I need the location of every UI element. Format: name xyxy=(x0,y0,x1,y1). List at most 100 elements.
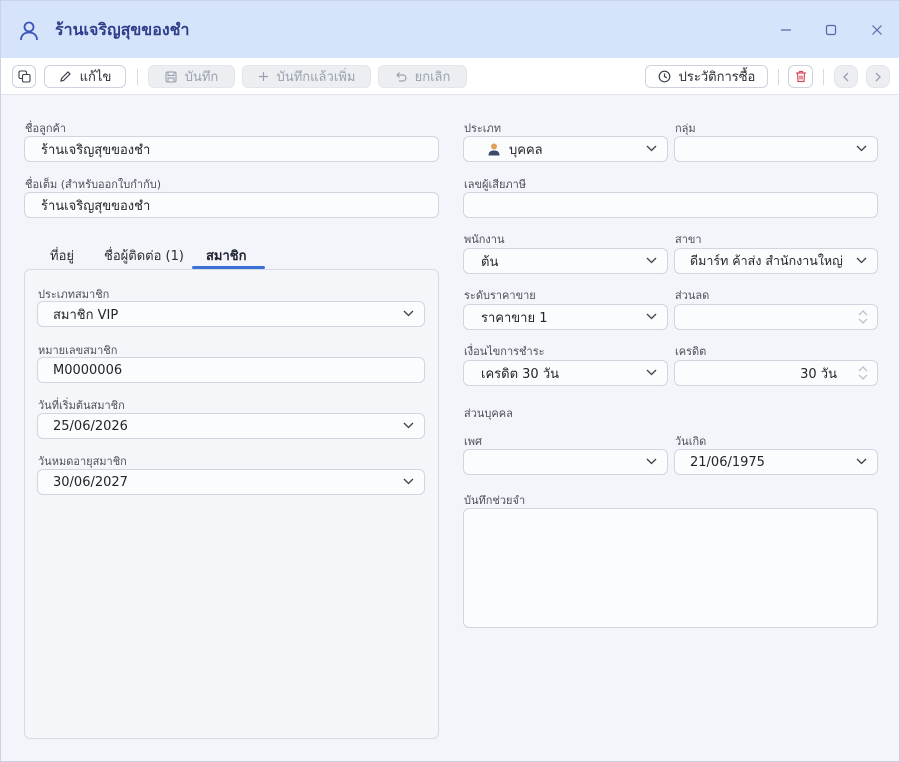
branch-value: ดีมาร์ท ค้าส่ง สำนักงานใหญ่ xyxy=(690,253,843,268)
delete-button[interactable] xyxy=(788,65,813,88)
chevron-down-icon xyxy=(646,313,657,320)
toolbar-divider xyxy=(778,69,779,85)
chevron-down-icon xyxy=(856,458,867,465)
full-name-input[interactable]: ร้านเจริญสุขของชำ xyxy=(24,192,439,218)
member-start-label: วันที่เริ่มต้นสมาชิก xyxy=(38,399,125,412)
toolbar-divider xyxy=(137,69,138,85)
type-select[interactable]: บุคคล xyxy=(463,136,668,162)
branch-select[interactable]: ดีมาร์ท ค้าส่ง สำนักงานใหญ่ xyxy=(674,248,878,274)
close-icon xyxy=(872,25,882,35)
spinner-icon[interactable] xyxy=(857,364,869,382)
copy-button[interactable] xyxy=(12,65,36,88)
member-tab-panel xyxy=(24,269,439,739)
undo-icon xyxy=(395,71,407,82)
chevron-down-icon xyxy=(646,458,657,465)
member-type-value: สมาชิก VIP xyxy=(53,307,119,323)
chevron-down-icon xyxy=(403,422,414,429)
save-and-add-label: บันทึกแล้วเพิ่ม xyxy=(276,70,356,85)
spinner-icon[interactable] xyxy=(857,308,869,326)
save-and-add-button[interactable]: บันทึกแล้วเพิ่ม xyxy=(242,65,371,88)
chevron-down-icon xyxy=(646,145,657,152)
maximize-icon xyxy=(825,24,837,36)
edit-button[interactable]: แก้ไข xyxy=(44,65,126,88)
member-start-date-picker[interactable]: 25/06/2026 xyxy=(37,413,425,439)
gender-label: เพศ xyxy=(464,435,482,448)
member-expire-value: 30/06/2027 xyxy=(53,474,128,490)
toolbar: แก้ไข บันทึก บันทึกแล้วเพิ่ม ยกเลิก ประว… xyxy=(1,58,899,95)
payment-terms-value: เครดิต 30 วัน xyxy=(481,366,559,382)
maximize-button[interactable] xyxy=(820,19,842,41)
trash-icon xyxy=(795,70,806,83)
memo-textarea[interactable] xyxy=(463,508,878,628)
price-level-select[interactable]: ราคาขาย 1 xyxy=(463,304,668,330)
gender-select[interactable] xyxy=(463,449,668,475)
credit-label: เครดิต xyxy=(675,345,707,358)
birthdate-picker[interactable]: 21/06/1975 xyxy=(674,449,878,475)
price-level-value: ราคาขาย 1 xyxy=(481,310,548,326)
save-icon xyxy=(165,70,177,83)
member-type-select[interactable]: สมาชิก VIP xyxy=(37,301,425,327)
copy-icon xyxy=(17,70,31,83)
member-start-value: 25/06/2026 xyxy=(53,418,128,434)
save-label: บันทึก xyxy=(184,70,219,85)
employee-select[interactable]: ต้น xyxy=(463,248,668,274)
memo-label: บันทึกช่วยจำ xyxy=(464,494,526,507)
branch-label: สาขา xyxy=(675,233,702,246)
personal-section-label: ส่วนบุคคล xyxy=(464,407,513,420)
member-expire-label: วันหมดอายุสมาชิก xyxy=(38,455,127,468)
cancel-button[interactable]: ยกเลิก xyxy=(378,65,467,88)
title-bar: ร้านเจริญสุขของชำ xyxy=(1,1,899,58)
chevron-down-icon xyxy=(403,478,414,485)
edit-label: แก้ไข xyxy=(79,70,112,85)
customer-name-label: ชื่อลูกค้า xyxy=(25,122,67,135)
payment-terms-select[interactable]: เครดิต 30 วัน xyxy=(463,360,668,386)
tab-address[interactable]: ที่อยู่ xyxy=(50,245,74,266)
user-icon xyxy=(20,21,38,41)
type-label: ประเภท xyxy=(464,122,502,135)
toolbar-divider xyxy=(823,69,824,85)
chevron-left-icon xyxy=(843,72,849,81)
member-number-input[interactable]: M0000006 xyxy=(37,357,425,383)
type-value: บุคคล xyxy=(509,142,543,158)
tax-id-input[interactable] xyxy=(463,192,878,218)
tax-id-label: เลขผู้เสียภาษี xyxy=(464,178,527,191)
discount-label: ส่วนลด xyxy=(675,289,710,302)
tab-member[interactable]: สมาชิก xyxy=(206,245,247,266)
birthdate-value: 21/06/1975 xyxy=(690,454,765,470)
group-label: กลุ่ม xyxy=(675,122,696,135)
purchase-history-button[interactable]: ประวัติการซื้อ xyxy=(645,65,768,88)
active-tab-indicator xyxy=(192,266,265,269)
price-level-label: ระดับราคาขาย xyxy=(464,289,536,302)
customer-name-input[interactable]: ร้านเจริญสุขของชำ xyxy=(24,136,439,162)
chevron-down-icon xyxy=(856,257,867,264)
chevron-down-icon xyxy=(646,369,657,376)
close-button[interactable] xyxy=(866,19,888,41)
cancel-label: ยกเลิก xyxy=(414,70,451,85)
employee-label: พนักงาน xyxy=(464,233,505,246)
chevron-down-icon xyxy=(856,145,867,152)
save-button[interactable]: บันทึก xyxy=(148,65,235,88)
tab-contacts[interactable]: ชื่อผู้ติดต่อ (1) xyxy=(104,245,184,266)
clock-icon xyxy=(658,70,671,83)
member-expire-date-picker[interactable]: 30/06/2027 xyxy=(37,469,425,495)
discount-input[interactable] xyxy=(674,304,878,330)
minimize-icon xyxy=(781,29,791,31)
person-icon xyxy=(488,143,500,156)
credit-input[interactable]: 30 วัน xyxy=(674,360,878,386)
chevron-down-icon xyxy=(403,310,414,317)
chevron-right-icon xyxy=(875,72,881,81)
previous-record-button[interactable] xyxy=(834,65,858,88)
plus-icon xyxy=(258,72,268,81)
chevron-down-icon xyxy=(646,257,657,264)
payment-terms-label: เงื่อนไขการชำระ xyxy=(464,345,545,358)
purchase-history-label: ประวัติการซื้อ xyxy=(678,70,756,85)
customer-window: ร้านเจริญสุขของชำ แก้ไข บันทึก บันทึกแล้… xyxy=(0,0,900,762)
pencil-icon xyxy=(59,71,71,82)
group-select[interactable] xyxy=(674,136,878,162)
next-record-button[interactable] xyxy=(866,65,890,88)
full-name-label: ชื่อเต็ม (สำหรับออกใบกำกับ) xyxy=(25,178,162,191)
birthdate-label: วันเกิด xyxy=(675,435,707,448)
credit-value: 30 วัน xyxy=(800,366,837,382)
employee-value: ต้น xyxy=(481,254,499,270)
minimize-button[interactable] xyxy=(775,19,797,41)
